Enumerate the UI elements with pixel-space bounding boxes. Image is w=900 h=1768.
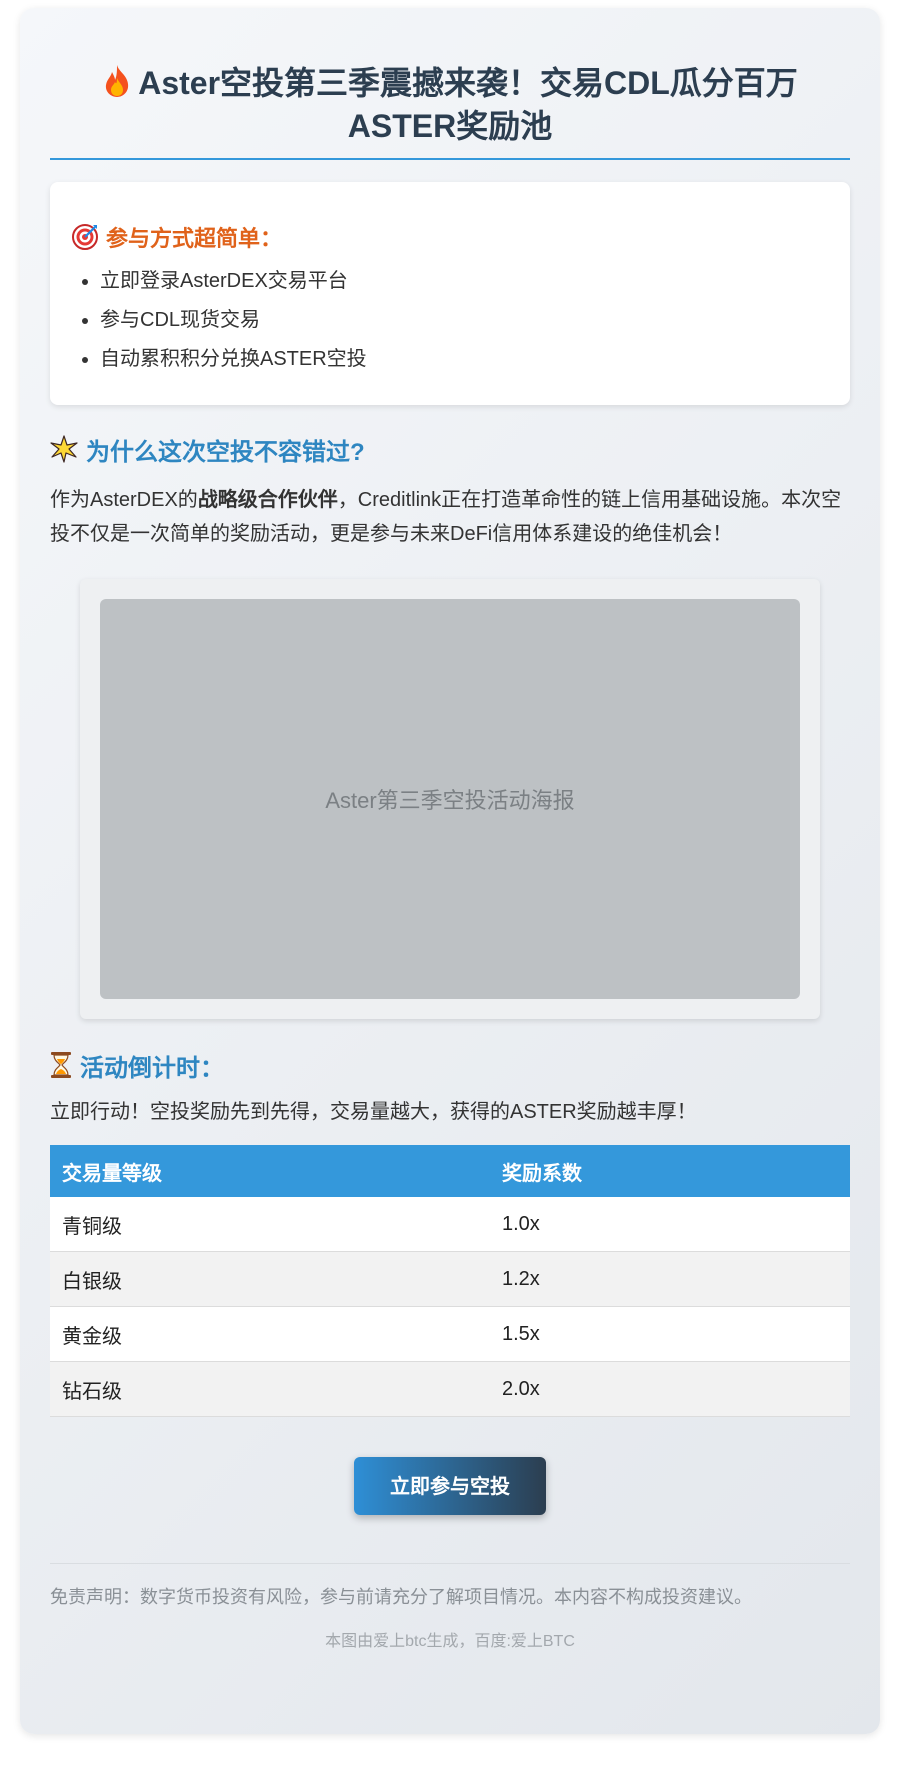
hourglass-icon [51, 1052, 71, 1078]
table-row: 黄金级 1.5x [50, 1306, 850, 1362]
column-header-tier: 交易量等级 [50, 1145, 490, 1197]
steps-heading-text: 参与方式超简单： [106, 226, 283, 251]
table-row: 青铜级 1.0x [50, 1197, 850, 1252]
reward-tier-table: 交易量等级 奖励系数 青铜级 1.0x 白银级 1.2x 黄金级 1.5x 钻石… [50, 1145, 850, 1417]
table-row: 钻石级 2.0x [50, 1361, 850, 1417]
join-airdrop-button[interactable]: 立即参与空投 [354, 1457, 546, 1515]
table-header-row: 交易量等级 奖励系数 [50, 1145, 850, 1197]
steps-list: 立即登录AsterDEX交易平台 参与CDL现货交易 自动累积积分兑换ASTER… [72, 262, 828, 379]
countdown-paragraph: 立即行动！空投奖励先到先得，交易量越大，获得的ASTER奖励越丰厚！ [50, 1101, 697, 1123]
countdown-heading: 活动倒计时： [50, 1047, 850, 1083]
multiplier-cell: 1.0x [490, 1197, 850, 1252]
page-title-text: Aster空投第三季震撼来袭！交易CDL瓜分百万ASTER奖励池 [138, 65, 798, 144]
why-text-start: 作为AsterDEX的 [50, 489, 198, 511]
participation-steps-box: 参与方式超简单： 立即登录AsterDEX交易平台 参与CDL现货交易 自动累积… [50, 182, 850, 405]
column-header-multiplier: 奖励系数 [490, 1145, 850, 1197]
tier-cell: 黄金级 [50, 1306, 490, 1362]
multiplier-cell: 1.2x [490, 1251, 850, 1307]
countdown-heading-text: 活动倒计时： [80, 1054, 224, 1082]
list-item: 自动累积积分兑换ASTER空投 [100, 340, 828, 379]
tier-cell: 白银级 [50, 1251, 490, 1307]
credit-text: 本图由爱上btc生成，百度:爱上BTC [325, 1633, 575, 1650]
poster-frame: Aster第三季空投活动海报 [80, 579, 820, 1019]
poster-caption: Aster第三季空投活动海报 [325, 788, 575, 813]
list-item: 参与CDL现货交易 [100, 301, 828, 340]
multiplier-cell: 2.0x [490, 1361, 850, 1417]
disclaimer-text: 免责声明：数字货币投资有风险，参与前请充分了解项目情况。本内容不构成投资建议。 [50, 1587, 752, 1607]
article-card: Aster空投第三季震撼来袭！交易CDL瓜分百万ASTER奖励池 参与方式超简单… [20, 8, 880, 1734]
why-heading: 为什么这次空投不容错过? [50, 431, 850, 467]
cta-wrapper: 立即参与空投 [50, 1457, 850, 1515]
poster-image-placeholder: Aster第三季空投活动海报 [100, 599, 800, 999]
list-item: 立即登录AsterDEX交易平台 [100, 262, 828, 301]
why-paragraph: 作为AsterDEX的战略级合作伙伴，Creditlink正在打造革命性的链上信… [50, 483, 850, 551]
why-heading-text: 为什么这次空投不容错过? [86, 438, 365, 466]
footer-divider [50, 1563, 850, 1564]
table-row: 白银级 1.2x [50, 1251, 850, 1307]
why-text-bold: 战略级合作伙伴 [197, 489, 338, 511]
fire-icon [106, 65, 129, 97]
multiplier-cell: 1.5x [490, 1306, 850, 1362]
tier-cell: 钻石级 [50, 1361, 490, 1417]
steps-heading: 参与方式超简单： [72, 220, 828, 254]
target-icon [72, 224, 98, 250]
tier-cell: 青铜级 [50, 1197, 490, 1252]
sparkle-icon [50, 435, 78, 463]
page-title: Aster空投第三季震撼来袭！交易CDL瓜分百万ASTER奖励池 [50, 8, 850, 160]
